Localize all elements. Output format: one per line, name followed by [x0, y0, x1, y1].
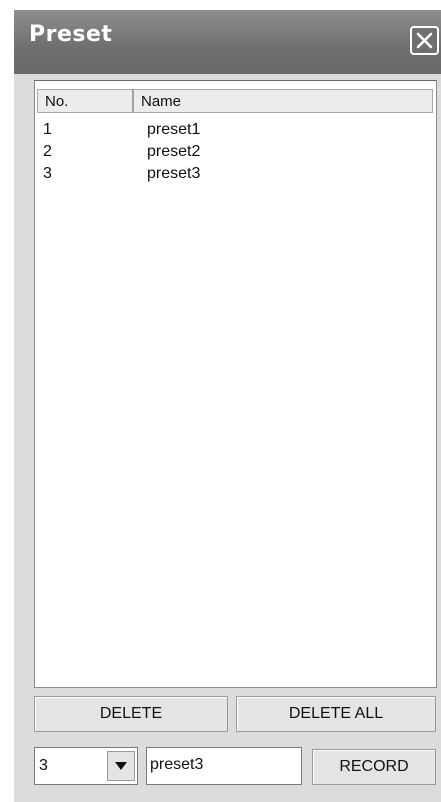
chevron-down-icon: [115, 762, 127, 770]
list-item[interactable]: 3 preset3: [35, 165, 435, 187]
preset-name: preset2: [147, 143, 201, 160]
preset-name-field[interactable]: preset3: [146, 747, 302, 785]
delete-button[interactable]: DELETE: [34, 696, 228, 732]
list-item[interactable]: 1 preset1: [35, 121, 435, 143]
close-icon: [416, 32, 433, 49]
record-button[interactable]: RECORD: [312, 749, 436, 785]
dropdown-button[interactable]: [107, 751, 135, 781]
list-item[interactable]: 2 preset2: [35, 143, 435, 165]
title-bar: Preset: [14, 10, 441, 74]
preset-name: preset1: [147, 121, 201, 138]
preset-number: 2: [43, 143, 52, 160]
column-header-no[interactable]: No.: [37, 89, 133, 113]
preset-number-select[interactable]: 3: [34, 747, 138, 785]
preset-name: preset3: [147, 165, 201, 182]
preset-list[interactable]: No. Name 1 preset1 2 preset2 3 preset3: [34, 80, 437, 688]
preset-number: 3: [43, 165, 52, 182]
preset-number-value: 3: [39, 757, 48, 774]
close-button[interactable]: [410, 26, 439, 55]
preset-window: Preset No. Name 1 preset1 2 preset2 3 pr…: [14, 10, 441, 802]
column-header-name[interactable]: Name: [133, 89, 433, 113]
delete-all-button[interactable]: DELETE ALL: [236, 696, 436, 732]
preset-number: 1: [43, 121, 52, 138]
list-header: No. Name: [35, 89, 435, 113]
window-title: Preset: [29, 22, 113, 47]
